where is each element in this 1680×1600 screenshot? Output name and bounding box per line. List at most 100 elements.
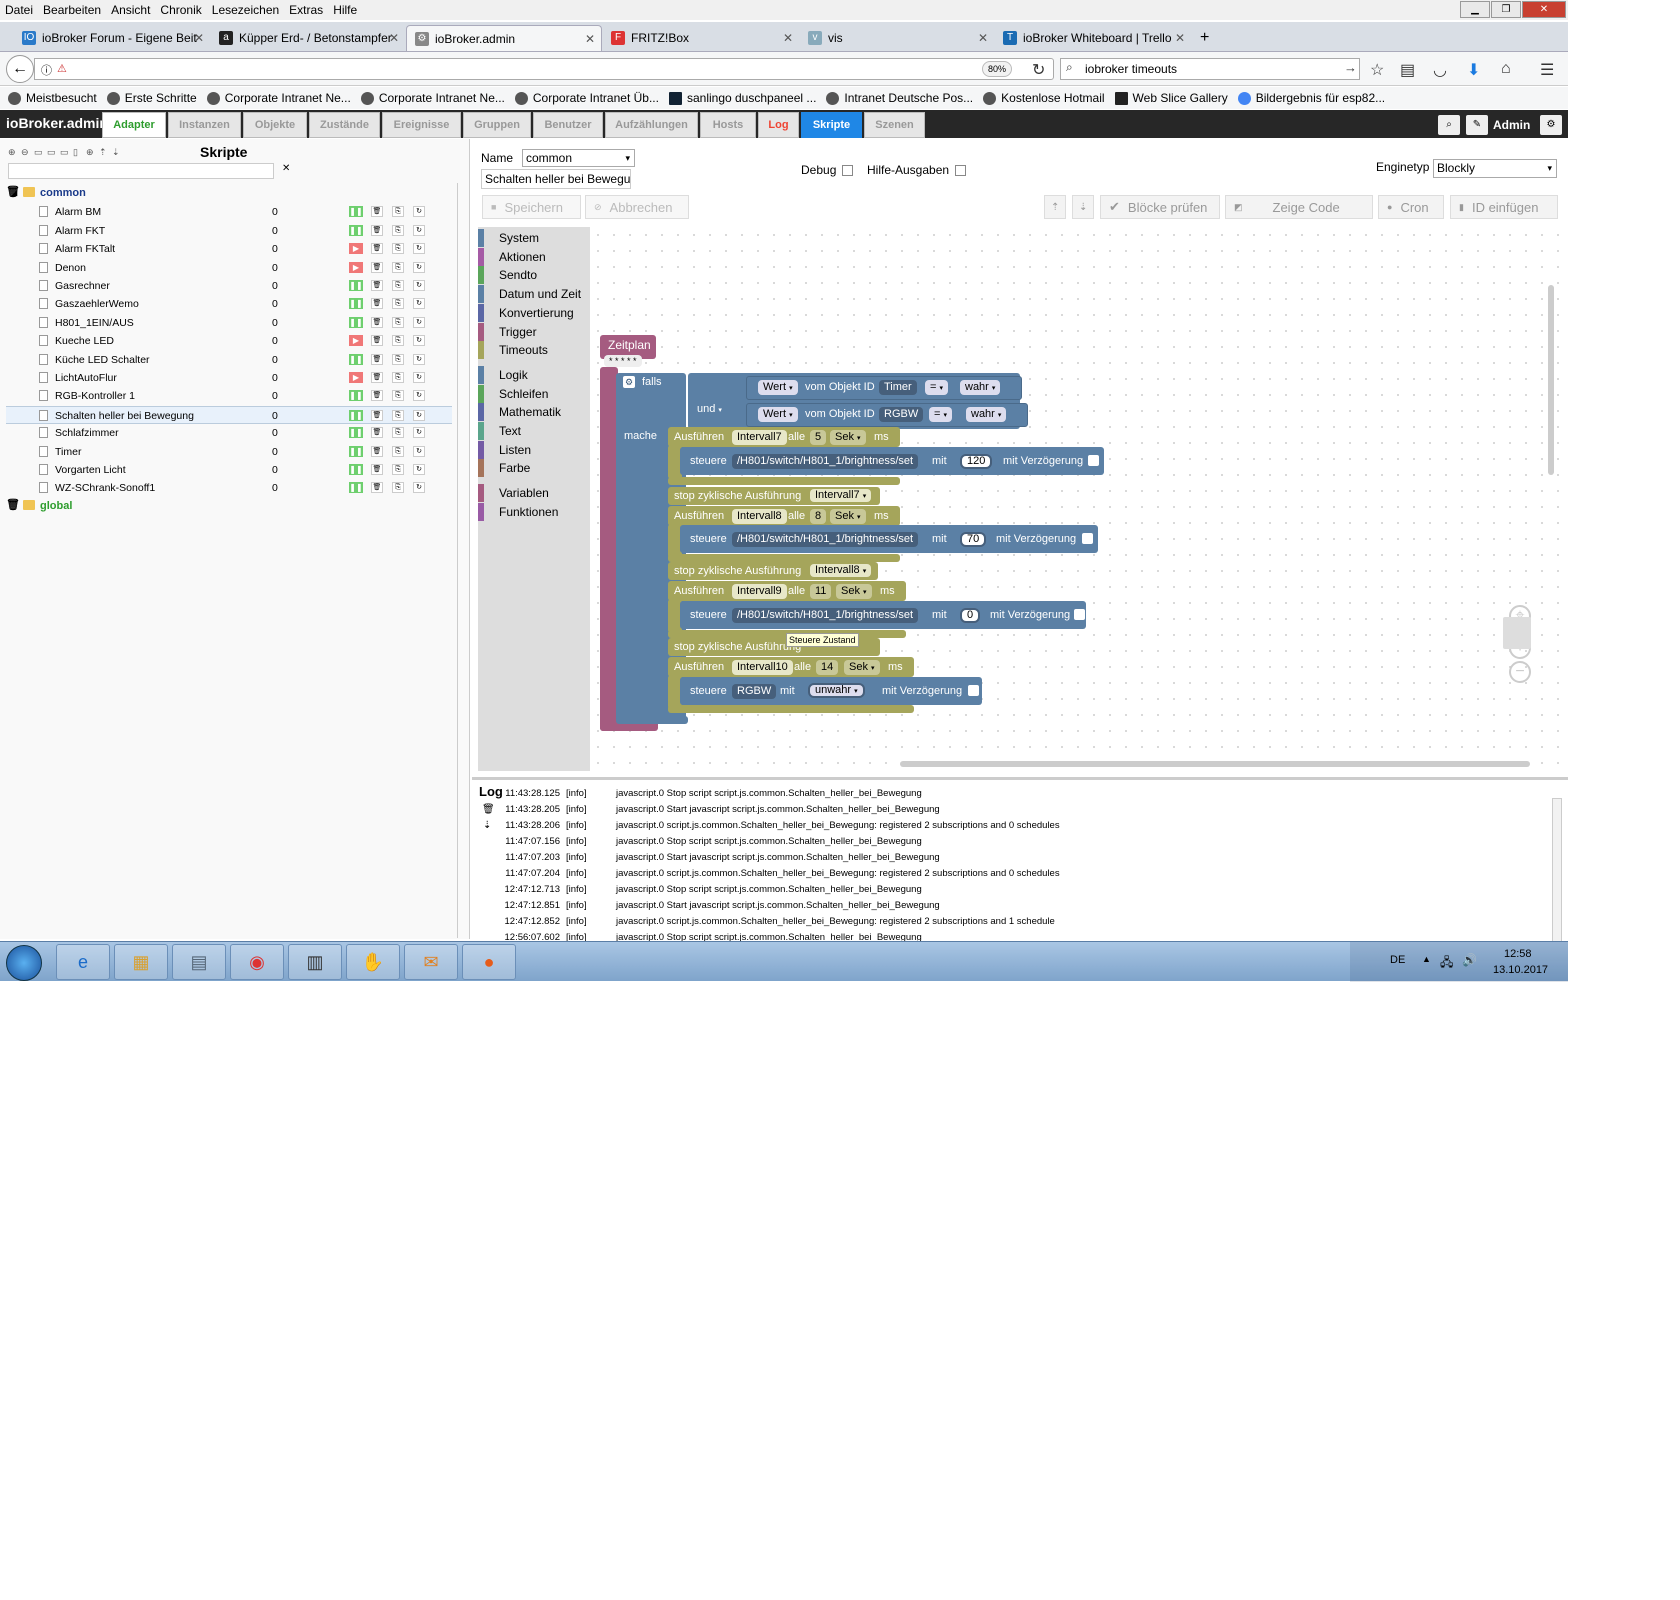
menu-lesezeichen[interactable]: Lesezeichen xyxy=(212,3,279,17)
toolbox-category-sendto[interactable]: Sendto xyxy=(478,266,590,285)
bookmark-item[interactable]: Web Slice Gallery xyxy=(1114,91,1228,105)
interval-value-field[interactable]: 5 xyxy=(810,430,827,445)
new-tab-button[interactable]: + xyxy=(1192,25,1222,51)
reload-icon[interactable]: ↻ xyxy=(1032,60,1045,80)
toolbox-category-datum-und-zeit[interactable]: Datum und Zeit xyxy=(478,285,590,304)
restart-icon[interactable]: ↻ xyxy=(413,224,425,236)
tab-skripte[interactable]: Skripte xyxy=(801,112,862,138)
trash-icon[interactable]: 🗑 xyxy=(371,427,383,439)
pause-icon[interactable]: ❚❚ xyxy=(349,445,363,457)
trash-icon[interactable]: 🗑 xyxy=(371,206,383,218)
state-path-field[interactable]: /H801/switch/H801_1/brightness/set xyxy=(732,454,919,469)
close-window-button[interactable]: ✕ xyxy=(1522,1,1566,18)
close-tab-icon[interactable]: ✕ xyxy=(783,31,793,45)
search-go-arrow-icon[interactable]: → xyxy=(1344,60,1357,75)
scrollbar[interactable] xyxy=(1552,798,1562,943)
tab-iobroker-admin[interactable]: ⚙ ioBroker.admin ✕ xyxy=(406,25,602,51)
new-folder-icon[interactable]: ▭ xyxy=(34,147,47,158)
folder-select[interactable]: common ▾ xyxy=(522,149,635,167)
add-icon[interactable]: ⊕ xyxy=(86,147,99,158)
zoom-out-icon[interactable]: − xyxy=(1509,661,1531,683)
zoom-level[interactable]: 80% xyxy=(982,61,1012,77)
true-dropdown[interactable]: wahr ▾ xyxy=(966,407,1007,422)
tab-instanzen[interactable]: Instanzen xyxy=(168,112,241,138)
value-field[interactable]: 70 xyxy=(960,532,987,547)
interval-value-field[interactable]: 14 xyxy=(816,660,839,675)
restart-icon[interactable]: ↻ xyxy=(413,353,425,365)
play-icon[interactable]: ▶ xyxy=(349,243,363,255)
script-row[interactable]: Alarm FKT 0 ❚❚ 🗑 ⎘ ↻ xyxy=(6,222,452,240)
menu-chronik[interactable]: Chronik xyxy=(160,3,201,17)
copy-icon[interactable]: ⎘ xyxy=(392,206,404,218)
pause-icon[interactable]: ❚❚ xyxy=(349,409,363,421)
bookmark-item[interactable]: Bildergebnis für esp82... xyxy=(1237,91,1385,105)
scrollbar[interactable] xyxy=(457,183,467,938)
expand-arrow-icon[interactable]: ◢ xyxy=(11,188,17,197)
script-row[interactable]: Timer 0 ❚❚ 🗑 ⎘ ↻ xyxy=(6,443,452,461)
folder-global[interactable]: global 🗑 xyxy=(6,498,452,516)
copy-icon[interactable]: ⎘ xyxy=(392,445,404,457)
bookmark-item[interactable]: Intranet Deutsche Pos... xyxy=(826,91,973,105)
copy-icon[interactable]: ⎘ xyxy=(392,482,404,494)
script-row[interactable]: Vorgarten Licht 0 ❚❚ 🗑 ⎘ ↻ xyxy=(6,461,452,479)
tab-adapter[interactable]: Adapter xyxy=(102,112,166,138)
bookmark-item[interactable]: Meistbesucht xyxy=(8,91,97,105)
script-row[interactable]: Schlafzimmer 0 ❚❚ 🗑 ⎘ ↻ xyxy=(6,424,452,442)
calculator-icon[interactable]: ▤ xyxy=(172,944,226,980)
trash-icon[interactable]: 🗑 xyxy=(371,464,383,475)
restart-icon[interactable]: ↻ xyxy=(413,280,425,291)
script-row[interactable]: GaszaehlerWemo 0 ❚❚ 🗑 ⎘ ↻ xyxy=(6,295,452,313)
script-row[interactable]: Kueche LED 0 ▶ 🗑 ⎘ ↻ xyxy=(6,332,452,350)
restart-icon[interactable]: ↻ xyxy=(413,335,425,347)
copy-icon[interactable]: ⎘ xyxy=(392,409,404,421)
pocket-icon[interactable]: ◡ xyxy=(1433,60,1447,80)
tab-kuepper[interactable]: a Küpper Erd- / Betonstampfer ✕ xyxy=(211,25,405,51)
bookmark-item[interactable]: Erste Schritte xyxy=(106,91,197,105)
wert-dropdown[interactable]: Wert ▾ xyxy=(758,380,798,395)
volume-icon[interactable]: 🔊 xyxy=(1462,953,1477,967)
tab-benutzer[interactable]: Benutzer xyxy=(533,112,603,138)
engine-select[interactable]: Blockly ▾ xyxy=(1433,159,1557,178)
script-row[interactable]: WZ-SChrank-Sonoff1 0 ❚❚ 🗑 ⎘ ↻ xyxy=(6,479,452,497)
script-row[interactable]: Alarm FKTalt 0 ▶ 🗑 ⎘ ↻ xyxy=(6,240,452,258)
reading-list-icon[interactable]: ▤ xyxy=(1400,60,1415,80)
close-tab-icon[interactable]: ✕ xyxy=(194,31,204,45)
script-row[interactable]: Gasrechner 0 ❚❚ 🗑 ⎘ ↻ xyxy=(6,277,452,295)
interval-name-field[interactable]: Intervall7 xyxy=(732,430,787,445)
restart-icon[interactable]: ↻ xyxy=(413,316,425,328)
trash-icon[interactable]: 🗑 xyxy=(371,243,383,255)
menu-extras[interactable]: Extras xyxy=(289,3,323,17)
trash-icon[interactable]: 🗑 xyxy=(371,409,383,421)
pause-icon[interactable]: ❚❚ xyxy=(349,427,363,439)
trash-icon[interactable]: 🗑 xyxy=(371,335,383,347)
home-icon[interactable]: ⌂ xyxy=(1501,60,1511,78)
tab-fritzbox[interactable]: F FRITZ!Box ✕ xyxy=(603,25,799,51)
copy-icon[interactable]: ⎘ xyxy=(392,372,404,383)
export-button[interactable]: ⇡ xyxy=(1044,195,1066,219)
play-icon[interactable]: ▶ xyxy=(349,372,363,383)
copy-icon[interactable]: ⎘ xyxy=(392,427,404,439)
trash-icon[interactable]: 🗑 xyxy=(371,353,383,365)
vertical-scrollbar[interactable] xyxy=(1548,285,1554,475)
copy-icon[interactable]: ⎘ xyxy=(392,353,404,365)
delay-checkbox[interactable] xyxy=(1074,609,1085,620)
toolbox-category-funktionen[interactable]: Funktionen xyxy=(478,502,590,521)
false-dropdown[interactable]: unwahr ▾ xyxy=(808,683,865,698)
restart-icon[interactable]: ↻ xyxy=(413,409,425,421)
state-path-field[interactable]: /H801/switch/H801_1/brightness/set xyxy=(732,532,919,547)
interval-name-field[interactable]: Intervall10 xyxy=(732,660,793,675)
tab-vis[interactable]: v vis ✕ xyxy=(800,25,994,51)
toolbox-category-farbe[interactable]: Farbe xyxy=(478,459,590,478)
toolbox-category-listen[interactable]: Listen xyxy=(478,440,590,459)
tab-gruppen[interactable]: Gruppen xyxy=(463,112,531,138)
restart-icon[interactable]: ↻ xyxy=(413,445,425,457)
explorer-icon[interactable]: ▦ xyxy=(114,944,168,980)
equals-dropdown[interactable]: = ▾ xyxy=(929,407,953,422)
pause-icon[interactable]: ❚❚ xyxy=(349,390,363,402)
settings-icon[interactable]: ⚙ xyxy=(1540,115,1562,135)
trash-icon[interactable]: 🗑 xyxy=(482,804,495,815)
toolbox-category-konvertierung[interactable]: Konvertierung xyxy=(478,303,590,322)
language-indicator[interactable]: DE xyxy=(1390,954,1405,966)
play-icon[interactable]: ▶ xyxy=(349,261,363,273)
network-icon[interactable]: 🖧 xyxy=(1440,953,1453,974)
